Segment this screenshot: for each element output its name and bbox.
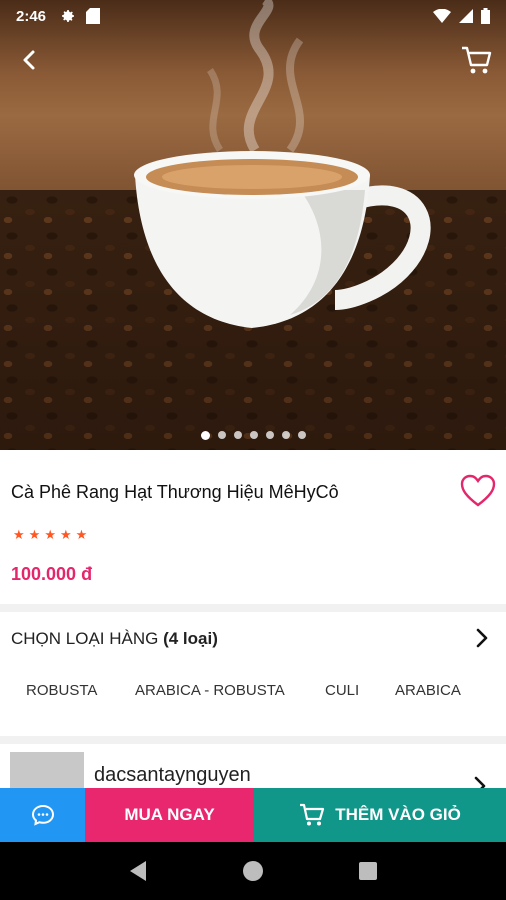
pagination-dot[interactable] (233, 431, 242, 439)
signal-icon (459, 9, 473, 23)
coffee-cup-illustration (134, 0, 431, 328)
chat-button[interactable] (0, 788, 85, 842)
pagination-dot[interactable] (265, 431, 274, 439)
status-time: 2:46 (16, 7, 47, 25)
divider (0, 604, 506, 612)
shop-avatar (10, 752, 84, 788)
pagination-dot[interactable] (281, 431, 290, 439)
variant-option[interactable]: ARABICA - ROBUSTA (135, 682, 285, 699)
variant-option[interactable]: ROBUSTA (26, 682, 97, 699)
shop-row[interactable]: dacsantaynguyen (0, 744, 506, 788)
cart-icon (300, 803, 325, 826)
variant-option[interactable]: CULI (325, 682, 359, 699)
variant-selector: CHỌN LOẠI HÀNG (4 loại) ROBUSTA ARABICA … (0, 612, 506, 736)
nav-back-button[interactable] (118, 851, 158, 891)
sd-card-icon (86, 8, 101, 24)
variant-label: CHỌN LOẠI HÀNG (11, 629, 159, 648)
rating-stars: ★ ★ ★ ★ ★ (13, 528, 87, 542)
star-icon: ★ (75, 527, 88, 542)
add-to-cart-label: THÊM VÀO GIỎ (335, 805, 461, 824)
star-icon: ★ (44, 527, 56, 542)
nav-home-button[interactable] (233, 851, 273, 891)
square-recents-icon (359, 862, 378, 880)
bottom-action-bar: MUA NGAY THÊM VÀO GIỎ (0, 788, 506, 842)
chevron-right-icon[interactable] (472, 626, 492, 650)
variant-list: ROBUSTA ARABICA - ROBUSTA CULI ARABICA (0, 672, 506, 708)
product-price: 100.000 đ (11, 564, 93, 584)
product-image-gallery[interactable]: 2:46 (0, 0, 506, 450)
buy-now-button[interactable]: MUA NGAY (85, 788, 254, 842)
pagination-dot[interactable] (249, 431, 258, 439)
star-icon: ★ (59, 527, 72, 542)
variant-header[interactable]: CHỌN LOẠI HÀNG (4 loại) (11, 629, 218, 649)
triangle-back-icon (129, 861, 146, 881)
chevron-right-icon (474, 776, 486, 788)
gallery-pagination (0, 431, 506, 440)
variant-option[interactable]: ARABICA (395, 682, 461, 699)
star-icon: ★ (13, 527, 25, 542)
product-info: Cà Phê Rang Hạt Thương Hiệu MêHyCô ★ ★ ★… (0, 450, 506, 608)
cart-icon (462, 46, 492, 74)
variant-count: (4 loại) (163, 629, 218, 648)
system-navigation-bar (0, 842, 506, 900)
circle-home-icon (242, 861, 263, 881)
chat-bubble-icon (31, 804, 54, 826)
battery-icon (481, 8, 490, 24)
pagination-dot[interactable] (200, 431, 210, 440)
nav-recents-button[interactable] (348, 851, 388, 891)
back-arrow-icon (23, 50, 35, 70)
wifi-icon (433, 9, 451, 23)
status-bar: 2:46 (0, 0, 506, 32)
pagination-dot[interactable] (217, 431, 226, 439)
heart-outline-icon (460, 474, 496, 507)
product-title: Cà Phê Rang Hạt Thương Hiệu MêHyCô (11, 482, 339, 502)
shop-name: dacsantaynguyen (94, 764, 251, 786)
star-icon: ★ (28, 527, 41, 542)
add-to-cart-button[interactable]: THÊM VÀO GIỎ (254, 788, 506, 842)
pagination-dot[interactable] (297, 431, 306, 439)
cart-button[interactable] (454, 38, 498, 82)
favorite-button[interactable] (460, 474, 496, 508)
settings-icon (62, 10, 75, 22)
back-button[interactable] (8, 38, 52, 82)
divider (0, 736, 506, 744)
